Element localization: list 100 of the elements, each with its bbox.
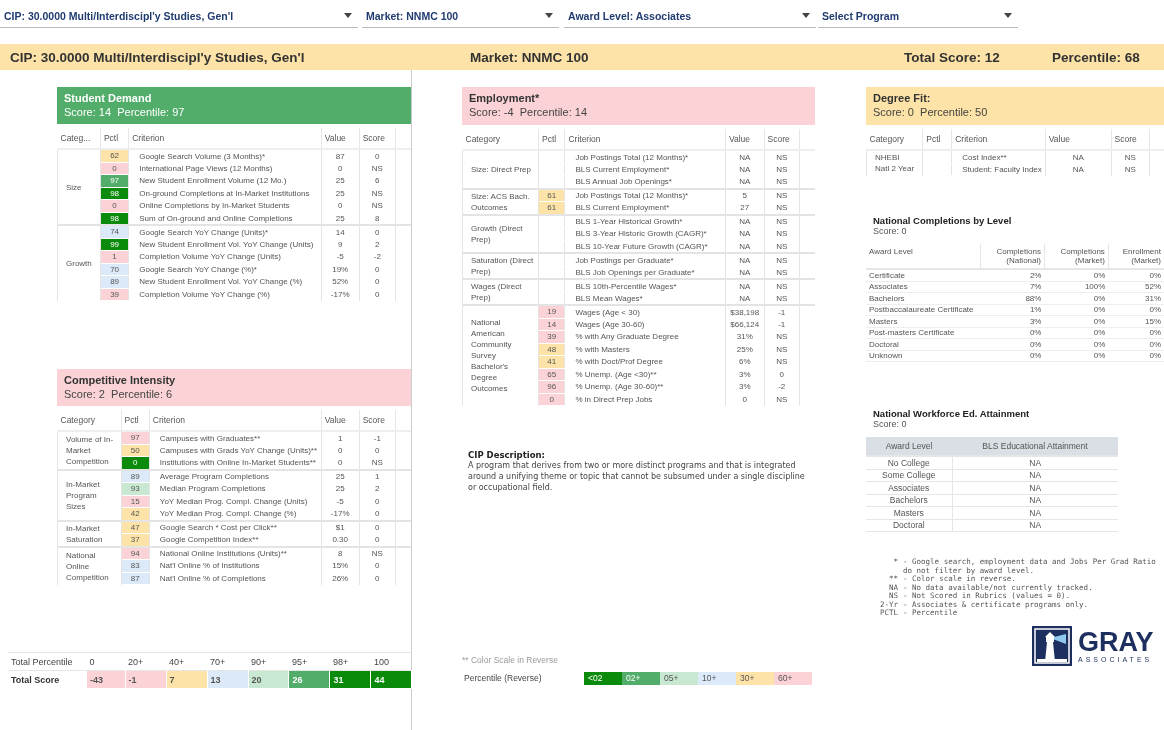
- score-cell: NS: [359, 162, 396, 175]
- score-cell: NS: [359, 199, 396, 212]
- section-title: National Workforce Ed. Attainment: [872, 408, 1031, 419]
- criterion-cell: BLS 3-Year Historic Growth (CAGR)*: [564, 227, 726, 240]
- table-cell: Bachelors: [866, 494, 952, 507]
- criterion-cell: % with Masters: [564, 343, 726, 356]
- value-cell: NA: [725, 163, 765, 176]
- table-cell: NA: [952, 506, 1118, 519]
- column-header: Category: [57, 410, 122, 431]
- score-cell: -1: [764, 318, 800, 331]
- score-cell: NS: [764, 188, 800, 202]
- criterion-cell: Job Postings Total (12 Months)*: [564, 188, 726, 202]
- criterion-cell: Job Postings per Graduate*: [564, 253, 726, 266]
- panel-score: Score: 0 Percentile: 50: [873, 105, 989, 119]
- dropdown[interactable]: Market: NNMC 100: [362, 4, 559, 28]
- caret-icon: [802, 13, 810, 18]
- score-cell: 1: [359, 469, 396, 483]
- value-cell: 25: [321, 482, 360, 495]
- table-cell: No College: [866, 456, 952, 469]
- criterion-cell: Online Completions by In-Market Students: [128, 199, 322, 212]
- score-cell: NS: [359, 456, 396, 470]
- value-cell: $1: [321, 520, 360, 534]
- score-cell: -2: [764, 380, 800, 393]
- logo-text: GRAY: [1078, 628, 1154, 656]
- criterion-cell: New Student Enrollment Vol. YoY Change (%): [128, 275, 322, 288]
- column-header: Award Level: [866, 244, 981, 269]
- score-cell: NS: [764, 150, 800, 163]
- criterion-cell: Student: Faculty Index: [951, 163, 1046, 176]
- value-cell: 25: [321, 187, 360, 200]
- table-cell: 31%: [1108, 292, 1164, 304]
- scale-cell: <02: [584, 671, 622, 685]
- table-cell: 0%: [1044, 269, 1109, 281]
- column-header: Category: [866, 129, 923, 150]
- column-header: Criterion: [149, 410, 322, 431]
- criterion-cell: Wages (Age 30-60): [564, 318, 726, 331]
- table-cell: 0%: [1044, 315, 1109, 327]
- column-header: Score: [1111, 129, 1150, 150]
- value-cell: NA: [1045, 150, 1112, 163]
- category-cell: Saturation (Direct Prep): [462, 253, 539, 279]
- column-header: Score: [764, 129, 800, 150]
- value-cell: NA: [725, 292, 765, 305]
- dropdown[interactable]: Award Level: Associates: [564, 4, 816, 28]
- column-header: Category: [462, 129, 539, 150]
- column-header: Categ...: [57, 128, 101, 149]
- value-cell: 52%: [321, 275, 360, 288]
- column-header: Criterion: [128, 128, 322, 149]
- table-cell: 0%: [1108, 338, 1164, 350]
- criterion-cell: YoY Median Prog. Compl. Change (Units): [149, 495, 322, 508]
- value-cell: -5: [321, 250, 360, 263]
- total-score: Total Score: 12: [904, 49, 1001, 65]
- lighthouse-icon: [1032, 625, 1072, 666]
- table-cell: 0%: [1108, 350, 1164, 362]
- value-cell: 14: [321, 225, 360, 238]
- table-cell: Doctoral: [866, 338, 981, 350]
- criterion-cell: Wages (Age < 30): [564, 305, 726, 318]
- criterion-cell: Google Search YoY Change (%)*: [128, 263, 322, 276]
- score-cell: NS: [359, 546, 396, 560]
- criterion-cell: Nat'l Online % of Completions: [149, 572, 322, 585]
- column-header: Award Level: [866, 437, 952, 456]
- column-header: Criterion: [564, 129, 726, 150]
- dropdown[interactable]: Select Program: [818, 4, 1018, 28]
- score-cell: NS: [764, 279, 800, 292]
- column-header: BLS Educational Attainment: [952, 437, 1118, 456]
- pctl-cell: 94: [121, 546, 150, 560]
- table-cell: NA: [952, 481, 1118, 494]
- pctl-cell: 19: [538, 305, 565, 318]
- pctl-cell: 89: [121, 469, 150, 483]
- column-header: Value: [321, 410, 360, 431]
- value-cell: 3%: [725, 380, 765, 393]
- caret-icon: [344, 13, 352, 18]
- value-cell: 26%: [321, 572, 360, 585]
- value-cell: NA: [725, 253, 765, 266]
- table-cell: NA: [952, 494, 1118, 507]
- table-cell: Post-masters Certificate: [866, 327, 981, 339]
- value-cell: 27: [725, 201, 765, 215]
- value-cell: -17%: [321, 507, 360, 521]
- panel-title: Employment*: [469, 91, 541, 105]
- score-cell: 0: [359, 495, 396, 508]
- score-cell: NS: [764, 201, 800, 215]
- value-cell: -17%: [321, 288, 360, 301]
- scale-note: ** Color Scale in Reverse: [462, 655, 559, 667]
- value-cell: $38,198: [725, 305, 765, 318]
- value-cell: 6%: [725, 355, 765, 368]
- table-cell: Masters: [866, 506, 952, 519]
- score-cell: 0: [359, 263, 396, 276]
- column-header: Completions (National): [980, 244, 1045, 269]
- score-cell: NS: [764, 227, 800, 240]
- market-title: Market: NNMC 100: [470, 49, 590, 65]
- criterion-cell: Job Postings Total (12 Months)*: [564, 150, 726, 163]
- score-cell: -2: [359, 250, 396, 263]
- value-cell: 0: [321, 162, 360, 175]
- table-cell: 15%: [1108, 315, 1164, 327]
- value-cell: 0: [725, 393, 765, 406]
- row-label: Total Percentile: [8, 652, 87, 671]
- dropdown[interactable]: CIP: 30.0000 Multi/Interdiscipl'y Studies, Gen'l: [0, 4, 358, 28]
- value-cell: 25%: [725, 343, 765, 356]
- section-score: Score: 0: [872, 226, 908, 236]
- score-cell: 31: [329, 670, 371, 689]
- criterion-cell: % Unemp. (Age 30-60)**: [564, 380, 726, 393]
- criterion-cell: New Student Enrollment Vol. YoY Change (Units): [128, 238, 322, 251]
